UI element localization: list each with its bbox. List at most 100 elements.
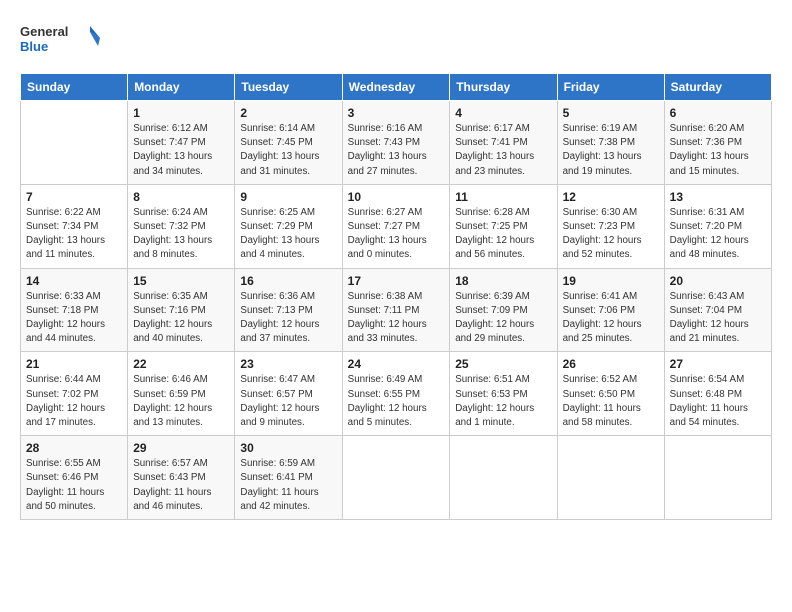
svg-text:Blue: Blue (20, 39, 48, 54)
weekday-header-cell: Monday (128, 74, 235, 101)
page-header: General Blue (20, 18, 772, 63)
calendar-cell: 23Sunrise: 6:47 AMSunset: 6:57 PMDayligh… (235, 352, 342, 436)
day-info: Sunrise: 6:57 AMSunset: 6:43 PMDaylight:… (133, 457, 229, 514)
day-info: Sunrise: 6:51 AMSunset: 6:53 PMDaylight:… (455, 373, 551, 430)
calendar-cell: 13 Sunrise: 6:31 AMSunset: 7:20 PMDayligh… (664, 184, 771, 268)
day-number: 11 (455, 190, 551, 204)
day-info: Sunrise: 6:24 AMSunset: 7:32 PMDaylight:… (133, 206, 229, 263)
day-number: 22 (133, 357, 229, 371)
calendar-cell: 26 Sunrise: 6:52 AMSunset: 6:50 PMDayligh… (557, 352, 664, 436)
day-number: 3 (348, 106, 445, 120)
calendar-cell: 30 Sunrise: 6:59 AMSunset: 6:41 PMDayligh… (235, 436, 342, 520)
calendar-cell: 17 Sunrise: 6:38 AMSunset: 7:11 PMDayligh… (342, 268, 450, 352)
day-info: Sunrise: 6:59 AMSunset: 6:41 PMDaylight:… (240, 457, 336, 514)
day-info: Sunrise: 6:35 AMSunset: 7:16 PMDaylight:… (133, 290, 229, 347)
day-info: Sunrise: 6:54 AMSunset: 6:48 PMDaylight:… (670, 373, 766, 430)
calendar-cell: 20Sunrise: 6:43 AMSunset: 7:04 PMDayligh… (664, 268, 771, 352)
day-number: 12 (563, 190, 659, 204)
calendar-cell: 12Sunrise: 6:30 AMSunset: 7:23 PMDayligh… (557, 184, 664, 268)
logo-svg: General Blue (20, 18, 100, 63)
day-number: 30 (240, 441, 336, 455)
day-info: Sunrise: 6:47 AMSunset: 6:57 PMDaylight:… (240, 373, 336, 430)
calendar-week-row: 21 Sunrise: 6:44 AMSunset: 7:02 PMDayligh… (21, 352, 772, 436)
day-number: 29 (133, 441, 229, 455)
calendar-cell (664, 436, 771, 520)
day-number: 14 (26, 274, 122, 288)
calendar-week-row: 7Sunrise: 6:22 AMSunset: 7:34 PMDaylight… (21, 184, 772, 268)
day-info: Sunrise: 6:14 AMSunset: 7:45 PMDaylight:… (240, 122, 336, 179)
calendar-cell (21, 101, 128, 185)
day-number: 18 (455, 274, 551, 288)
calendar-cell: 2 Sunrise: 6:14 AMSunset: 7:45 PMDaylight… (235, 101, 342, 185)
day-number: 13 (670, 190, 766, 204)
calendar-week-row: 1Sunrise: 6:12 AMSunset: 7:47 PMDaylight… (21, 101, 772, 185)
day-info: Sunrise: 6:38 AMSunset: 7:11 PMDaylight:… (348, 290, 445, 347)
day-info: Sunrise: 6:20 AMSunset: 7:36 PMDaylight:… (670, 122, 766, 179)
day-number: 17 (348, 274, 445, 288)
calendar-cell: 27 Sunrise: 6:54 AMSunset: 6:48 PMDayligh… (664, 352, 771, 436)
weekday-header-cell: Saturday (664, 74, 771, 101)
day-number: 10 (348, 190, 445, 204)
weekday-header-cell: Wednesday (342, 74, 450, 101)
day-number: 25 (455, 357, 551, 371)
calendar-week-row: 14 Sunrise: 6:33 AMSunset: 7:18 PMDayligh… (21, 268, 772, 352)
calendar-cell: 22 Sunrise: 6:46 AMSunset: 6:59 PMDayligh… (128, 352, 235, 436)
day-number: 5 (563, 106, 659, 120)
calendar-week-row: 28Sunrise: 6:55 AMSunset: 6:46 PMDayligh… (21, 436, 772, 520)
day-info: Sunrise: 6:17 AMSunset: 7:41 PMDaylight:… (455, 122, 551, 179)
day-number: 15 (133, 274, 229, 288)
calendar-cell: 1Sunrise: 6:12 AMSunset: 7:47 PMDaylight… (128, 101, 235, 185)
day-number: 2 (240, 106, 336, 120)
calendar-cell: 21 Sunrise: 6:44 AMSunset: 7:02 PMDayligh… (21, 352, 128, 436)
day-info: Sunrise: 6:44 AMSunset: 7:02 PMDaylight:… (26, 373, 122, 430)
calendar-cell (557, 436, 664, 520)
svg-text:General: General (20, 24, 68, 39)
day-info: Sunrise: 6:41 AMSunset: 7:06 PMDaylight:… (563, 290, 659, 347)
day-info: Sunrise: 6:31 AMSunset: 7:20 PMDaylight:… (670, 206, 766, 263)
day-number: 21 (26, 357, 122, 371)
calendar-cell: 5 Sunrise: 6:19 AMSunset: 7:38 PMDaylight… (557, 101, 664, 185)
day-number: 4 (455, 106, 551, 120)
day-info: Sunrise: 6:19 AMSunset: 7:38 PMDaylight:… (563, 122, 659, 179)
weekday-header-cell: Tuesday (235, 74, 342, 101)
calendar-cell: 24Sunrise: 6:49 AMSunset: 6:55 PMDayligh… (342, 352, 450, 436)
weekday-header-cell: Friday (557, 74, 664, 101)
calendar-body: 1Sunrise: 6:12 AMSunset: 7:47 PMDaylight… (21, 101, 772, 520)
day-number: 20 (670, 274, 766, 288)
day-info: Sunrise: 6:12 AMSunset: 7:47 PMDaylight:… (133, 122, 229, 179)
calendar-table: SundayMondayTuesdayWednesdayThursdayFrid… (20, 73, 772, 520)
day-info: Sunrise: 6:46 AMSunset: 6:59 PMDaylight:… (133, 373, 229, 430)
calendar-cell: 14 Sunrise: 6:33 AMSunset: 7:18 PMDayligh… (21, 268, 128, 352)
day-info: Sunrise: 6:52 AMSunset: 6:50 PMDaylight:… (563, 373, 659, 430)
calendar-cell: 25 Sunrise: 6:51 AMSunset: 6:53 PMDayligh… (450, 352, 557, 436)
calendar-cell: 7Sunrise: 6:22 AMSunset: 7:34 PMDaylight… (21, 184, 128, 268)
day-number: 19 (563, 274, 659, 288)
weekday-header-cell: Sunday (21, 74, 128, 101)
calendar-cell: 3 Sunrise: 6:16 AMSunset: 7:43 PMDaylight… (342, 101, 450, 185)
day-info: Sunrise: 6:33 AMSunset: 7:18 PMDaylight:… (26, 290, 122, 347)
calendar-cell: 18 Sunrise: 6:39 AMSunset: 7:09 PMDayligh… (450, 268, 557, 352)
logo: General Blue (20, 18, 100, 63)
day-info: Sunrise: 6:16 AMSunset: 7:43 PMDaylight:… (348, 122, 445, 179)
day-info: Sunrise: 6:22 AMSunset: 7:34 PMDaylight:… (26, 206, 122, 263)
calendar-cell: 16Sunrise: 6:36 AMSunset: 7:13 PMDayligh… (235, 268, 342, 352)
calendar-cell: 6 Sunrise: 6:20 AMSunset: 7:36 PMDaylight… (664, 101, 771, 185)
calendar-cell: 10Sunrise: 6:27 AMSunset: 7:27 PMDayligh… (342, 184, 450, 268)
day-number: 6 (670, 106, 766, 120)
calendar-cell: 28Sunrise: 6:55 AMSunset: 6:46 PMDayligh… (21, 436, 128, 520)
day-number: 28 (26, 441, 122, 455)
calendar-cell: 29 Sunrise: 6:57 AMSunset: 6:43 PMDayligh… (128, 436, 235, 520)
calendar-cell: 8Sunrise: 6:24 AMSunset: 7:32 PMDaylight… (128, 184, 235, 268)
day-info: Sunrise: 6:28 AMSunset: 7:25 PMDaylight:… (455, 206, 551, 263)
day-info: Sunrise: 6:39 AMSunset: 7:09 PMDaylight:… (455, 290, 551, 347)
calendar-cell: 19 Sunrise: 6:41 AMSunset: 7:06 PMDayligh… (557, 268, 664, 352)
calendar-cell: 4 Sunrise: 6:17 AMSunset: 7:41 PMDaylight… (450, 101, 557, 185)
calendar-cell: 11 Sunrise: 6:28 AMSunset: 7:25 PMDayligh… (450, 184, 557, 268)
day-number: 24 (348, 357, 445, 371)
weekday-header-row: SundayMondayTuesdayWednesdayThursdayFrid… (21, 74, 772, 101)
day-info: Sunrise: 6:36 AMSunset: 7:13 PMDaylight:… (240, 290, 336, 347)
calendar-cell (342, 436, 450, 520)
day-number: 26 (563, 357, 659, 371)
day-number: 27 (670, 357, 766, 371)
weekday-header-cell: Thursday (450, 74, 557, 101)
